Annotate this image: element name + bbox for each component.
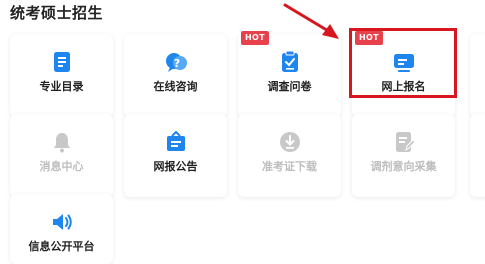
- svg-text:?: ?: [173, 57, 179, 70]
- announcement-box-icon: [166, 130, 185, 151]
- tile-message-center[interactable]: 消息中心: [10, 114, 113, 197]
- hot-badge: HOT: [241, 31, 269, 45]
- partial-tile: [470, 34, 485, 117]
- bell-icon: [53, 133, 70, 153]
- tile-label: 在线咨询: [153, 80, 198, 93]
- tile-online-consult[interactable]: ? 在线咨询: [124, 34, 227, 117]
- tile-label: 专业目录: [39, 80, 84, 93]
- tile-label: 信息公开平台: [28, 240, 95, 253]
- speaker-icon: [52, 214, 72, 230]
- tile-admission-ticket-download[interactable]: 准考证下载: [238, 114, 341, 197]
- tile-registration-notice[interactable]: 网报公告: [124, 114, 227, 197]
- tile-label: 调查问卷: [267, 80, 312, 93]
- clipboard-check-icon: [281, 50, 298, 72]
- tile-major-catalog[interactable]: 专业目录: [10, 34, 113, 117]
- chat-question-icon: ?: [165, 53, 187, 72]
- tile-info-disclosure[interactable]: 信息公开平台: [10, 194, 113, 264]
- partial-tile: [470, 114, 485, 197]
- tile-label: 调剂意向采集: [370, 160, 437, 173]
- highlight-box: [349, 28, 457, 98]
- tile-label: 网报公告: [153, 160, 198, 173]
- tile-label: 准考证下载: [262, 160, 317, 173]
- tile-adjustment-intent[interactable]: 调剂意向采集: [352, 114, 455, 197]
- document-list-icon: [53, 52, 70, 72]
- download-circle-icon: [279, 132, 300, 152]
- section-title: 统考硕士招生: [10, 4, 104, 22]
- pointer-arrow-icon: [283, 3, 339, 39]
- tile-label: 消息中心: [39, 160, 84, 173]
- tile-survey[interactable]: HOT 调查问卷: [238, 31, 341, 117]
- edit-document-icon: [395, 132, 416, 152]
